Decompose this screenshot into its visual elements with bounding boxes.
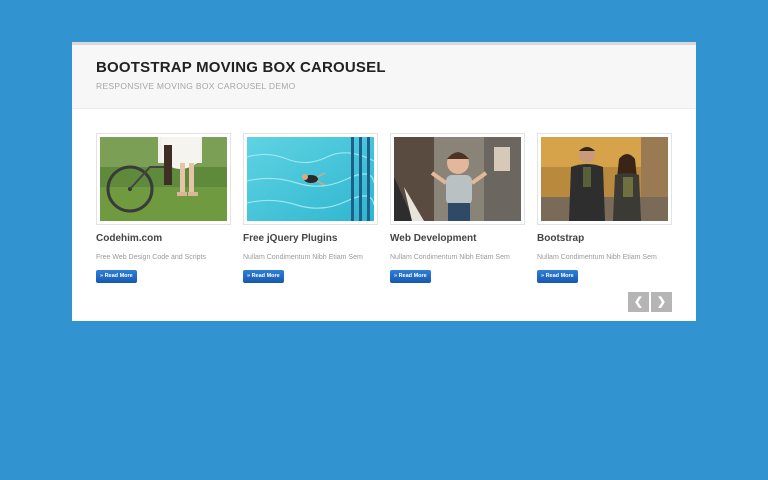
couple-photo [541,137,668,221]
read-more-button[interactable]: » Read More [390,270,431,283]
card-description: Free Web Design Code and Scripts [96,254,206,261]
next-arrow-button[interactable]: ❯ [651,292,672,312]
card-title[interactable]: Web Development [390,232,525,246]
card-image-frame[interactable] [243,133,378,225]
bicycle-photo [100,137,227,221]
photo-bicycle-couple [100,137,227,221]
card-title[interactable]: Free jQuery Plugins [243,232,378,246]
card-description: Nullam Condimentum Nibh Etiam Sem [537,254,657,261]
swimmer-photo [247,137,374,221]
prev-arrow-button[interactable]: ❮ [628,292,649,312]
photo-baby-family [394,137,521,221]
photo-couple-autumn [541,137,668,221]
panel-header: BOOTSTRAP MOVING BOX CAROUSEL RESPONSIVE… [72,45,696,109]
card-description: Nullam Condimentum Nibh Etiam Sem [243,254,363,261]
chevron-right-icon: ❯ [656,296,667,308]
carousel-card: Bootstrap Nullam Condimentum Nibh Etiam … [537,133,672,283]
read-more-button[interactable]: » Read More [243,270,284,283]
baby-photo [394,137,521,221]
card-image-frame[interactable] [390,133,525,225]
photo-swimmer-pool [247,137,374,221]
card-image-frame[interactable] [537,133,672,225]
read-more-button[interactable]: » Read More [96,270,137,283]
card-title[interactable]: Codehim.com [96,232,231,246]
carousel-track: Codehim.com Free Web Design Code and Scr… [96,133,672,283]
carousel-card: Web Development Nullam Condimentum Nibh … [390,133,525,283]
page-title: BOOTSTRAP MOVING BOX CAROUSEL [96,59,386,76]
card-title[interactable]: Bootstrap [537,232,672,246]
carousel-card: Free jQuery Plugins Nullam Condimentum N… [243,133,378,283]
chevron-left-icon: ❮ [633,296,644,308]
carousel-panel: BOOTSTRAP MOVING BOX CAROUSEL RESPONSIVE… [72,42,696,321]
carousel-card: Codehim.com Free Web Design Code and Scr… [96,133,231,283]
card-image-frame[interactable] [96,133,231,225]
read-more-button[interactable]: » Read More [537,270,578,283]
page-subtitle: RESPONSIVE MOVING BOX CAROUSEL DEMO [96,81,296,91]
card-description: Nullam Condimentum Nibh Etiam Sem [390,254,510,261]
